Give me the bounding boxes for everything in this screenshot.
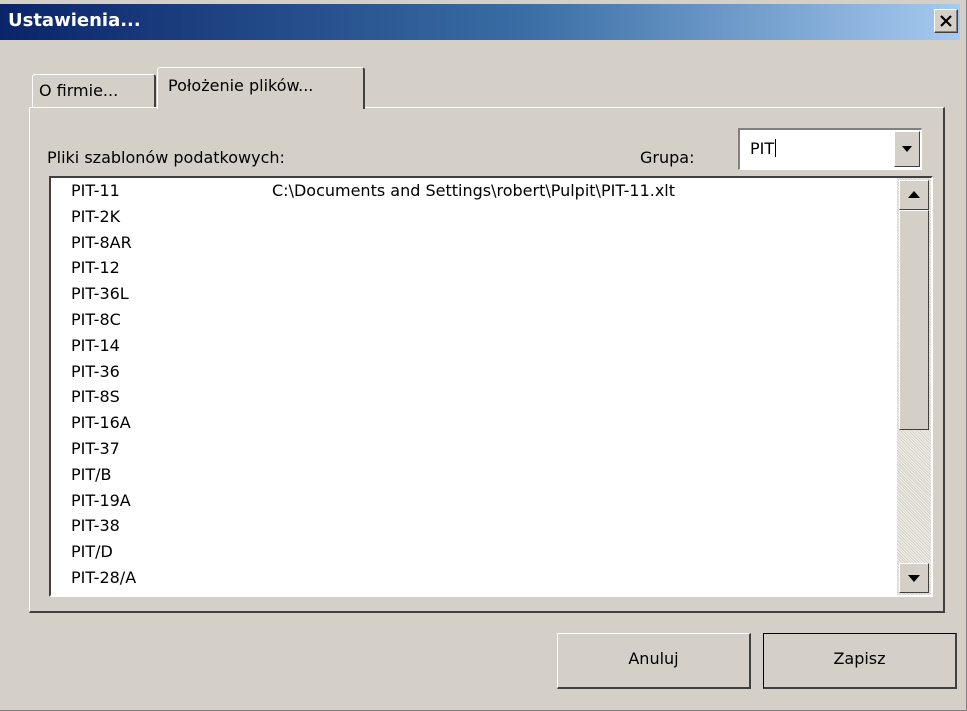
list-item-name: PIT-12 <box>71 258 120 278</box>
vertical-scrollbar[interactable] <box>897 178 931 595</box>
list-item[interactable]: PIT-16A <box>51 410 897 436</box>
window-title: Ustawienia... <box>8 10 141 31</box>
title-bar[interactable]: Ustawienia... <box>0 4 960 40</box>
list-item[interactable]: PIT-12 <box>51 255 897 281</box>
list-item-name: PIT/D <box>71 542 113 562</box>
tab-file-locations-label: Położenie plików... <box>168 76 314 95</box>
templates-label: Pliki szablonów podatkowych: <box>47 148 285 167</box>
scroll-thumb[interactable] <box>899 210 929 430</box>
list-item[interactable]: PIT-38 <box>51 513 897 539</box>
list-item[interactable]: PIT-36 <box>51 359 897 385</box>
list-item-name: PIT-36 <box>71 361 120 381</box>
close-icon <box>940 15 952 27</box>
list-item[interactable]: PIT-19A <box>51 488 897 514</box>
tab-file-locations[interactable]: Położenie plików... <box>157 67 365 109</box>
scroll-up-button[interactable] <box>899 180 929 210</box>
group-dropdown-button[interactable] <box>894 131 920 167</box>
list-item-name: PIT-8AR <box>71 232 132 252</box>
list-item[interactable]: PIT-8AR <box>51 230 897 256</box>
list-item-name: PIT-8S <box>71 387 120 407</box>
close-button[interactable] <box>934 9 958 33</box>
list-item[interactable]: PIT-8S <box>51 384 897 410</box>
list-item-name: PIT-37 <box>71 438 120 458</box>
cancel-button[interactable]: Anuluj <box>557 633 751 689</box>
text-cursor <box>775 139 777 157</box>
settings-dialog: Ustawienia... O firmie... Położenie plik… <box>0 0 967 711</box>
list-item[interactable]: PIT-2K <box>51 204 897 230</box>
cancel-button-label: Anuluj <box>628 649 679 668</box>
chevron-down-icon <box>902 146 912 152</box>
scroll-down-button[interactable] <box>899 563 929 593</box>
list-item-name: PIT-36L <box>71 284 129 304</box>
list-item[interactable]: PIT-37 <box>51 436 897 462</box>
list-item-name: PIT-8C <box>71 309 121 329</box>
list-item-name: PIT/B <box>71 464 112 484</box>
list-item-path: C:\Documents and Settings\robert\Pulpit\… <box>272 181 676 200</box>
templates-list: PIT-11 C:\Documents and Settings\robert\P… <box>51 178 897 591</box>
list-item-name: PIT-14 <box>71 335 120 355</box>
group-label: Grupa: <box>640 148 695 167</box>
tab-company[interactable]: O firmie... <box>32 74 156 108</box>
templates-listbox[interactable]: PIT-11 C:\Documents and Settings\robert\P… <box>49 176 933 597</box>
list-item[interactable]: PIT-36L <box>51 281 897 307</box>
list-item-name: PIT-19A <box>71 490 131 510</box>
tab-company-label: O firmie... <box>39 81 119 100</box>
group-combobox-value[interactable]: PIT <box>750 139 777 158</box>
list-item[interactable]: PIT-8C <box>51 307 897 333</box>
list-item[interactable]: PIT-28/A <box>51 565 897 591</box>
list-item[interactable]: PIT-11 C:\Documents and Settings\robert\P… <box>51 178 897 204</box>
list-item-name: PIT-38 <box>71 516 120 536</box>
save-button-label: Zapisz <box>833 649 886 668</box>
list-item-name: PIT-2K <box>71 206 121 226</box>
save-button[interactable]: Zapisz <box>763 633 957 689</box>
list-item[interactable]: PIT-14 <box>51 333 897 359</box>
scroll-up-arrow-icon <box>908 191 920 198</box>
scroll-down-arrow-icon <box>908 575 920 582</box>
group-combobox[interactable]: PIT <box>738 128 922 170</box>
list-item-name: PIT-16A <box>71 413 131 433</box>
list-item-name: PIT-28/A <box>71 567 137 587</box>
list-item-name: PIT-11 <box>71 181 120 200</box>
list-item[interactable]: PIT/D <box>51 539 897 565</box>
list-item[interactable]: PIT/B <box>51 462 897 488</box>
